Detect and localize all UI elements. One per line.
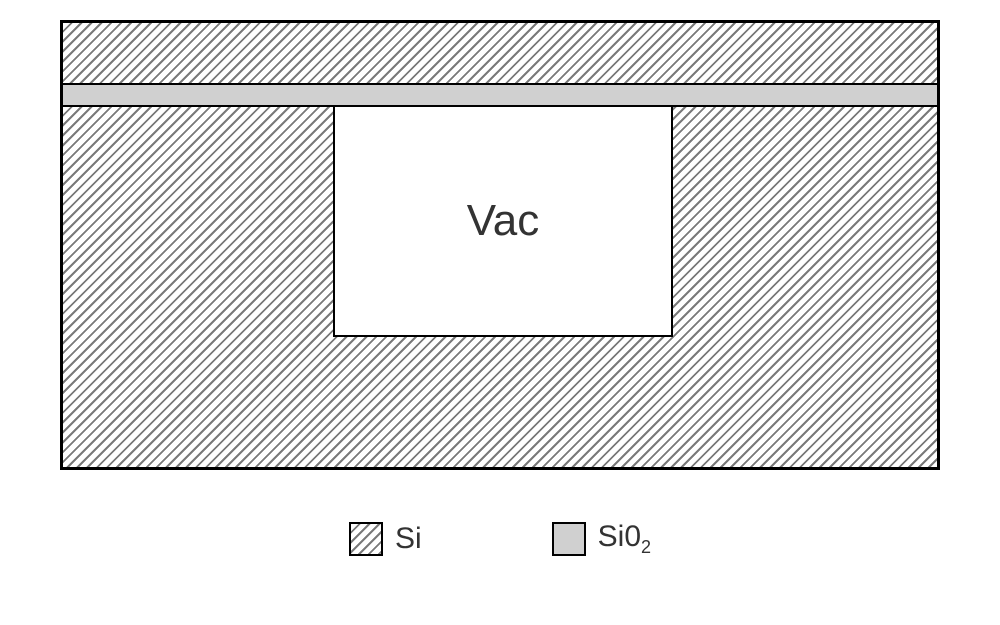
- device-cross-section: Vac: [60, 20, 940, 470]
- legend-item-sio2: Si02: [552, 520, 651, 558]
- vacuum-cavity: Vac: [333, 107, 673, 337]
- legend-si-label: Si: [395, 522, 422, 556]
- legend-sio2-sub: 2: [641, 537, 651, 557]
- layer-top-si: [63, 23, 937, 83]
- legend-sio2-label: Si02: [598, 520, 651, 558]
- legend-item-si: Si: [349, 522, 422, 556]
- legend-sio2-base: Si0: [598, 520, 641, 553]
- swatch-gray-icon: [552, 522, 586, 556]
- swatch-hatch-icon: [349, 522, 383, 556]
- layer-sio2: [63, 83, 937, 107]
- legend: Si Si02: [349, 520, 651, 558]
- vacuum-label: Vac: [467, 196, 540, 246]
